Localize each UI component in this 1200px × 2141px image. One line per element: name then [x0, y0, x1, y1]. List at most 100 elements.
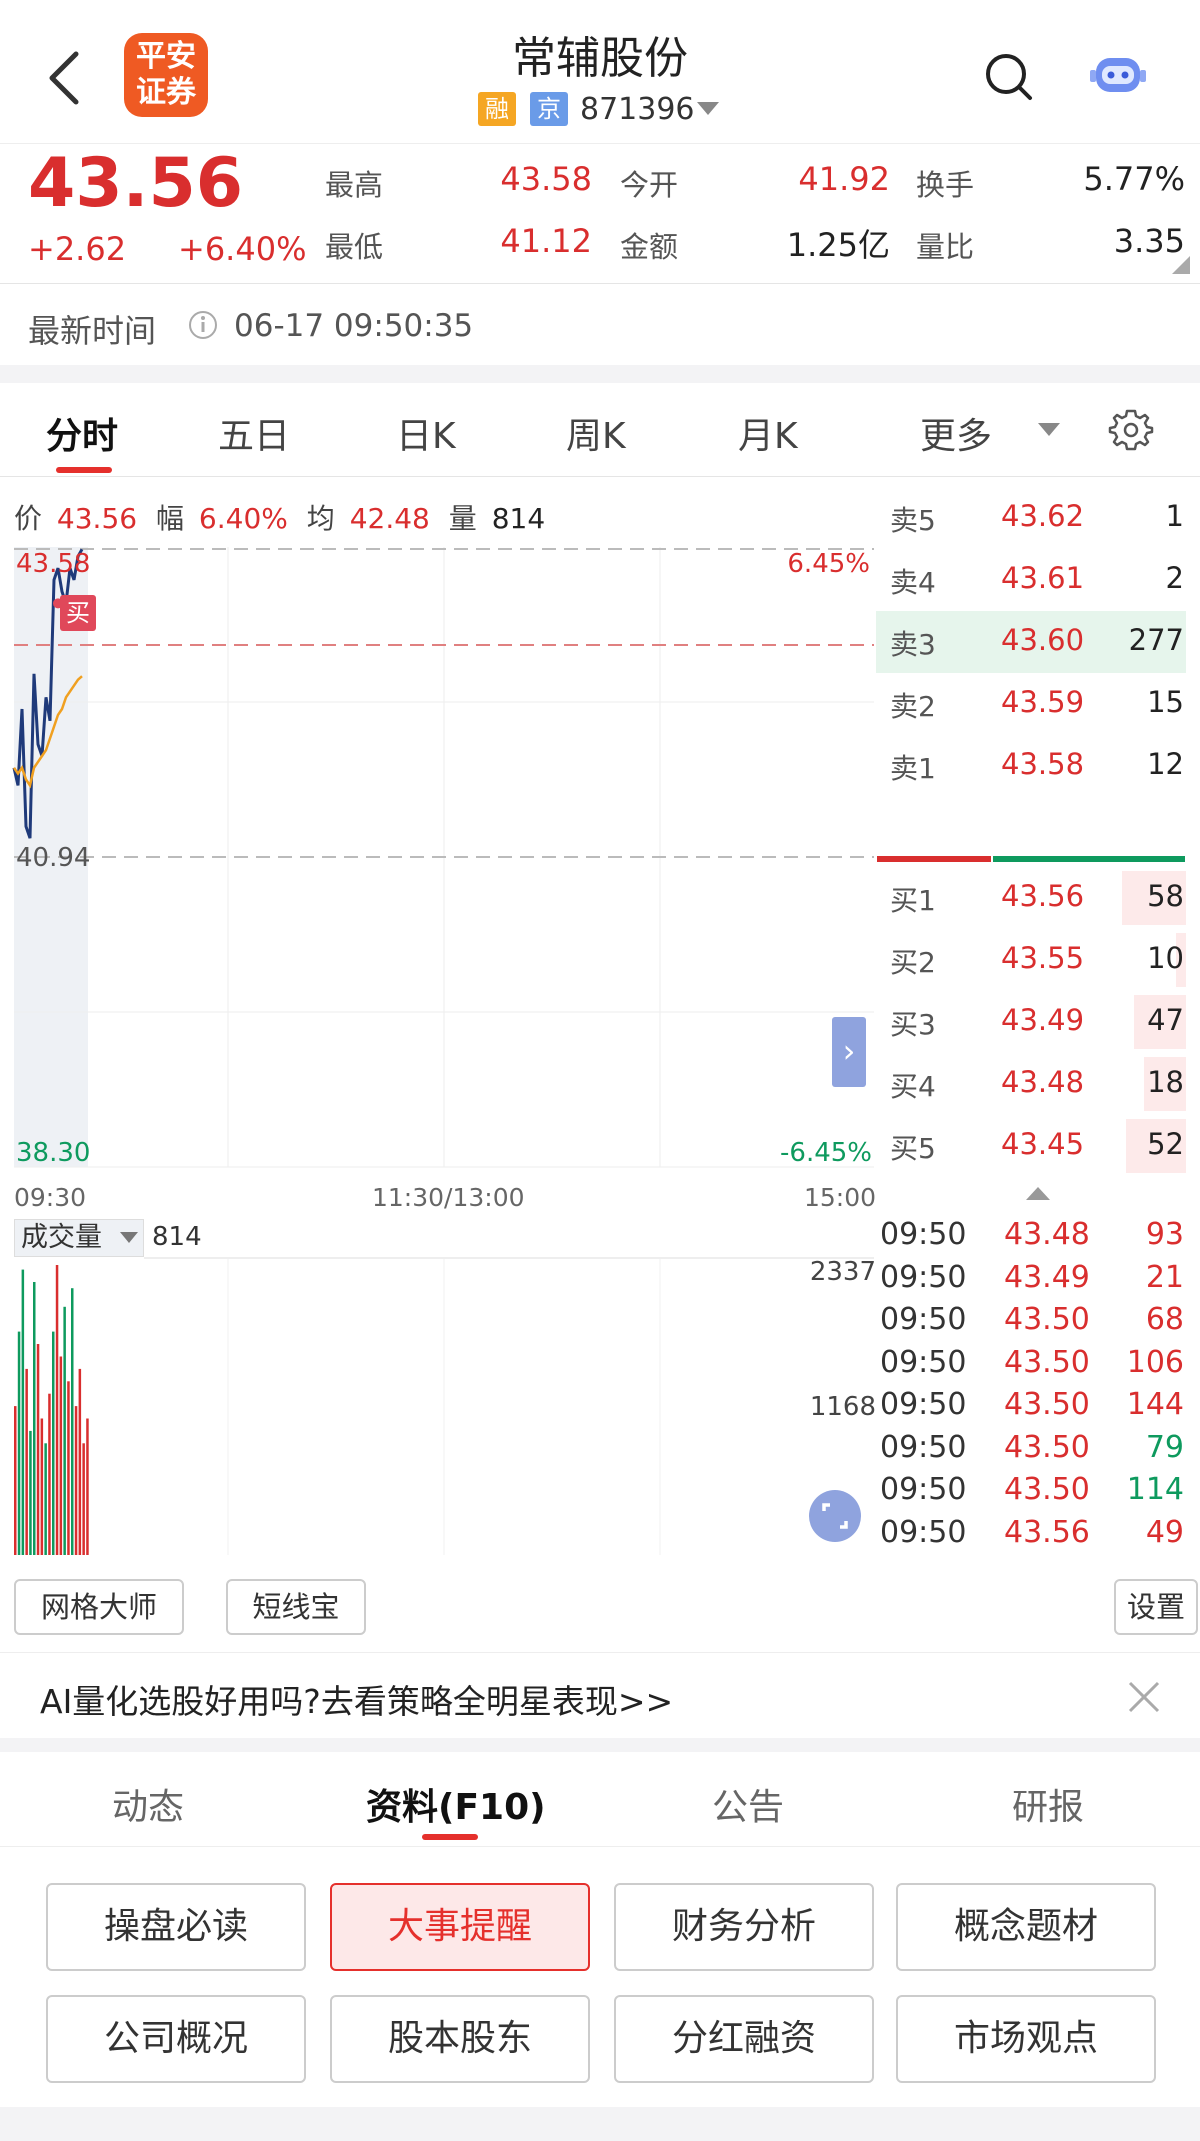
- short-bao-button[interactable]: 短线宝: [226, 1579, 366, 1635]
- tab-five-day[interactable]: 五日: [218, 407, 290, 459]
- caret-down-icon[interactable]: [697, 102, 719, 116]
- info-icon[interactable]: [188, 310, 218, 340]
- intraday-chart-panel: 价 43.56 幅 6.40% 均 42.48 量 814 买 43.58 40…: [0, 477, 1200, 1652]
- ask-volume: 12: [1147, 747, 1184, 781]
- tab-intraday[interactable]: 分时: [46, 407, 118, 459]
- market-view-button[interactable]: 市场观点: [896, 1995, 1156, 2083]
- volume-bar-chart[interactable]: [0, 1259, 876, 1559]
- volume-bar: [59, 1356, 63, 1555]
- bid-row[interactable]: 买5 43.45 52: [876, 1115, 1186, 1177]
- dividend-financing-button[interactable]: 分红融资: [614, 1995, 874, 2083]
- concept-theme-button[interactable]: 概念题材: [896, 1883, 1156, 1971]
- tab-weekly-k[interactable]: 周K: [566, 407, 626, 459]
- ask-volume: 1: [1165, 499, 1184, 533]
- tick-price: 43.48: [1004, 1217, 1090, 1252]
- bid-price: 43.56: [1001, 879, 1085, 913]
- volume-value: 814: [491, 502, 546, 535]
- volume-bar: [14, 1406, 17, 1555]
- tick-time: 09:50: [880, 1514, 967, 1550]
- volume-bar: [40, 1418, 44, 1555]
- expand-panel-handle[interactable]: ›: [832, 1017, 866, 1087]
- grid-master-button[interactable]: 网格大师: [14, 1579, 184, 1635]
- share-capital-holders-button[interactable]: 股本股东: [330, 1995, 590, 2083]
- ask-row[interactable]: 卖3 43.60 277: [876, 611, 1186, 673]
- robot-assistant-icon[interactable]: [1090, 50, 1146, 100]
- tab-f10-profile[interactable]: 资料(F10): [366, 1778, 546, 1830]
- caret-up-icon[interactable]: [1026, 1187, 1050, 1201]
- tick-volume: 114: [1126, 1472, 1184, 1507]
- gear-icon[interactable]: [1108, 407, 1154, 453]
- promo-text[interactable]: AI量化选股好用吗?去看策略全明星表现>>: [40, 1675, 673, 1723]
- ask-row[interactable]: 卖1 43.58 12: [876, 735, 1186, 797]
- volume-bar: [63, 1306, 66, 1555]
- price-line-chart[interactable]: [0, 547, 876, 1247]
- price-label: 价: [14, 502, 43, 535]
- bid-price: 43.45: [1001, 1127, 1085, 1161]
- financial-analysis-button[interactable]: 财务分析: [614, 1883, 874, 1971]
- trading-must-read-button[interactable]: 操盘必读: [46, 1883, 306, 1971]
- tab-research-reports[interactable]: 研报: [1012, 1778, 1084, 1830]
- bid-level-label: 买2: [890, 946, 936, 979]
- fullscreen-icon[interactable]: [808, 1489, 862, 1543]
- info-tabs: 动态 资料(F10) 公告 研报: [0, 1752, 1200, 1847]
- y-axis-mid-label: 40.94: [16, 843, 91, 873]
- tick-row: 09:50 43.50 106: [876, 1345, 1186, 1387]
- tick-time: 09:50: [880, 1217, 967, 1252]
- tick-price: 43.50: [1004, 1472, 1090, 1507]
- bid-row[interactable]: 买3 43.49 47: [876, 991, 1186, 1053]
- average-value: 42.48: [349, 502, 430, 535]
- tab-news[interactable]: 动态: [112, 1778, 184, 1830]
- ask-price: 43.60: [1001, 623, 1085, 657]
- last-price: 43.56: [28, 144, 244, 223]
- promo-banner[interactable]: AI量化选股好用吗?去看策略全明星表现>>: [0, 1652, 1200, 1738]
- caret-down-icon[interactable]: [120, 1232, 138, 1244]
- major-events-button[interactable]: 大事提醒: [330, 1883, 590, 1971]
- y-axis-top-label: 43.58: [16, 549, 91, 579]
- ask-level-label: 卖1: [890, 752, 936, 785]
- bid-volume: 47: [1147, 1003, 1184, 1037]
- volume-bar: [25, 1368, 28, 1555]
- company-overview-button[interactable]: 公司概况: [46, 1995, 306, 2083]
- search-icon[interactable]: [984, 52, 1034, 102]
- ask-row[interactable]: 卖5 43.62 1: [876, 487, 1186, 549]
- tab-monthly-k[interactable]: 月K: [738, 407, 798, 459]
- tick-price: 43.50: [1004, 1387, 1090, 1422]
- ask-level-label: 卖3: [890, 628, 936, 661]
- volume-bar: [82, 1443, 85, 1555]
- quote-summary: 43.56 +2.62 +6.40% 最高 43.58 最低 41.12 今开 …: [0, 143, 1200, 283]
- amplitude-label: 幅: [156, 502, 185, 535]
- turnover-value: 5.77%: [1083, 160, 1185, 198]
- tab-daily-k[interactable]: 日K: [396, 407, 456, 459]
- tick-volume: 79: [1145, 1429, 1184, 1465]
- volume-bar: [21, 1269, 25, 1555]
- bid-row[interactable]: 买4 43.48 18: [876, 1053, 1186, 1115]
- price-value: 43.56: [56, 502, 138, 535]
- ask-row[interactable]: 卖4 43.61 2: [876, 549, 1186, 611]
- active-tab-indicator: [56, 467, 112, 473]
- volume-bar: [67, 1381, 70, 1555]
- bid-row[interactable]: 买1 43.56 58: [876, 867, 1186, 929]
- volume-bar: [33, 1282, 36, 1555]
- ask-row[interactable]: 卖2 43.59 15: [876, 673, 1186, 735]
- volume-bar: [78, 1368, 82, 1555]
- ask-level-label: 卖2: [890, 690, 936, 723]
- back-arrow-icon[interactable]: [44, 50, 84, 106]
- tab-announcements[interactable]: 公告: [712, 1778, 784, 1830]
- x-axis-start-label: 09:30: [14, 1183, 87, 1212]
- price-change-pct: +6.40%: [178, 230, 307, 268]
- chart-info-line: 价 43.56 幅 6.40% 均 42.48 量 814: [14, 497, 545, 537]
- bid-level-label: 买3: [890, 1008, 936, 1041]
- tick-time: 09:50: [880, 1387, 967, 1422]
- tab-more[interactable]: 更多: [920, 407, 992, 459]
- high-label: 最高: [325, 168, 384, 202]
- expand-corner-icon[interactable]: [1172, 256, 1190, 274]
- settings-button[interactable]: 设置: [1114, 1579, 1198, 1635]
- close-icon[interactable]: [1128, 1681, 1160, 1713]
- buy-marker-badge[interactable]: 买: [60, 595, 96, 631]
- bid-side-ratio-bar: [993, 856, 1185, 862]
- average-label: 均: [306, 502, 335, 535]
- tick-volume: 144: [1126, 1387, 1184, 1422]
- volume-bar: [71, 1288, 74, 1555]
- bid-row[interactable]: 买2 43.55 10: [876, 929, 1186, 991]
- caret-down-icon[interactable]: [1038, 423, 1060, 437]
